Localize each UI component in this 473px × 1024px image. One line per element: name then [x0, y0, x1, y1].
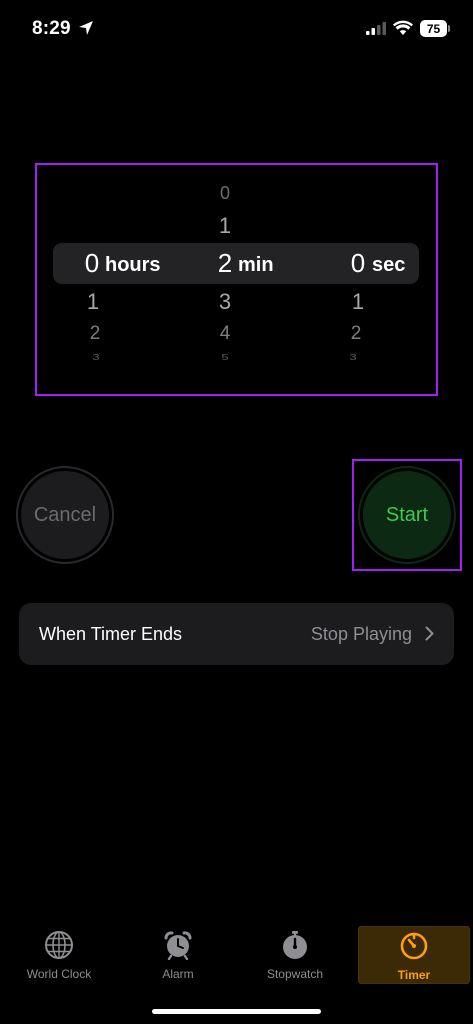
- hours-unit-label: hours: [105, 254, 161, 276]
- globe-icon: [45, 931, 73, 959]
- minutes-wheel-option[interactable]: 5: [205, 353, 245, 362]
- tab-stopwatch[interactable]: Stopwatch: [240, 926, 350, 982]
- start-annotation-frame: [352, 459, 462, 571]
- when-timer-ends-row[interactable]: When Timer Ends Stop Playing: [19, 603, 454, 665]
- minutes-unit-label: min: [238, 254, 274, 276]
- tab-stopwatch-label: Stopwatch: [266, 967, 324, 981]
- tab-world-clock-label: World Clock: [26, 967, 92, 981]
- battery-icon: 75: [420, 20, 450, 37]
- stopwatch-icon: [283, 931, 307, 959]
- seconds-unit-label: sec: [372, 254, 406, 276]
- tab-timer[interactable]: Timer: [358, 926, 470, 984]
- hours-wheel-option[interactable]: 3: [76, 353, 116, 362]
- wifi-icon: [393, 20, 413, 35]
- battery-level: 75: [420, 20, 447, 37]
- alarm-clock-icon: [164, 931, 192, 960]
- seconds-wheel-option[interactable]: 2: [336, 323, 376, 345]
- seconds-wheel-option[interactable]: 3: [333, 353, 373, 362]
- status-bar: 8:29 75: [0, 0, 473, 60]
- cancel-button[interactable]: Cancel: [21, 471, 109, 559]
- when-timer-ends-value: Stop Playing: [310, 624, 412, 644]
- tab-timer-label: Timer: [397, 968, 431, 982]
- seconds-wheel-option[interactable]: 1: [338, 289, 378, 315]
- tab-alarm[interactable]: Alarm: [123, 926, 233, 982]
- location-arrow-icon: [79, 21, 93, 35]
- minutes-wheel-option[interactable]: 4: [205, 323, 245, 345]
- tab-world-clock[interactable]: World Clock: [4, 926, 114, 982]
- timer-icon: [400, 932, 428, 960]
- home-indicator[interactable]: [152, 1009, 321, 1014]
- chevron-right-icon: [425, 626, 434, 641]
- status-time: 8:29: [32, 18, 71, 39]
- tab-alarm-label: Alarm: [162, 967, 194, 981]
- hours-wheel-option[interactable]: 1: [73, 289, 113, 315]
- cellular-signal-icon: [366, 22, 386, 35]
- hours-wheel-option[interactable]: 2: [75, 323, 115, 345]
- minutes-wheel-option[interactable]: 0: [205, 183, 245, 204]
- minutes-wheel-option[interactable]: 3: [205, 289, 245, 315]
- minutes-wheel-option[interactable]: 1: [205, 213, 245, 239]
- when-timer-ends-label: When Timer Ends: [39, 624, 183, 644]
